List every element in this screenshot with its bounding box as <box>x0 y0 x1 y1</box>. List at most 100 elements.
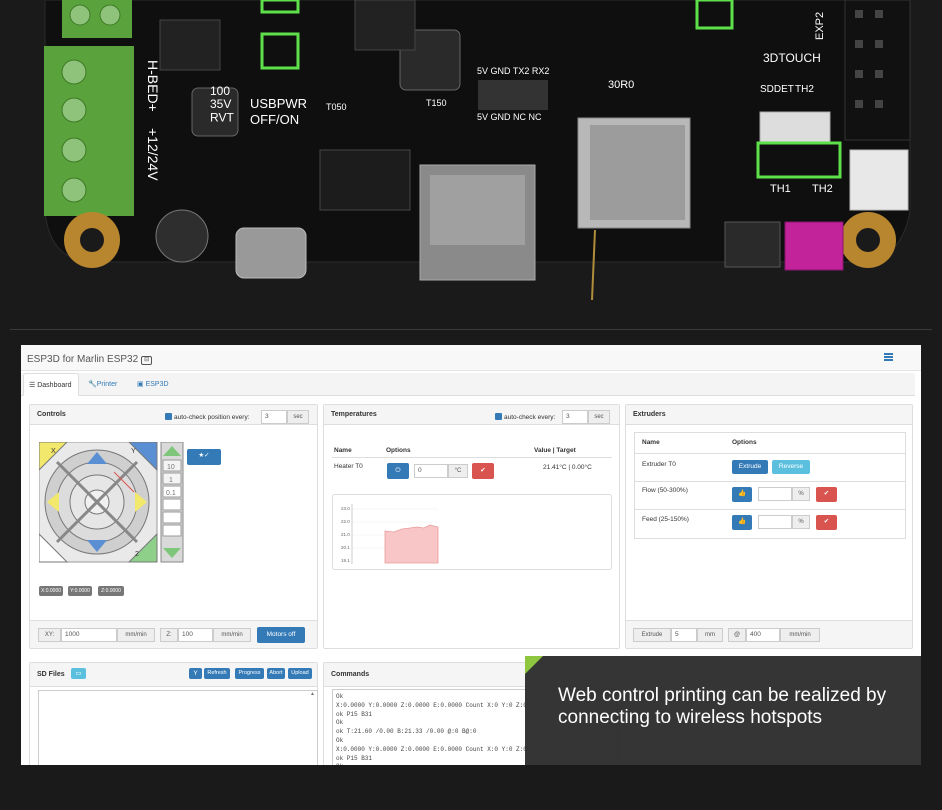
folder-icon[interactable]: ▭ <box>71 668 86 679</box>
product-page: 100 35V RVT USBPWR OFF/ON 5V GND TX2 RX2 5… <box>0 0 942 810</box>
tab-printer-label: Printer <box>96 381 118 388</box>
brand-title: ESP3D for Marlin ESP32 <box>27 354 139 365</box>
controls-autocheck-label: auto-check position every: <box>174 414 250 421</box>
temperatures-autocheck[interactable]: auto-check every: <box>495 413 555 421</box>
sddet-label: SDDET <box>760 84 794 95</box>
extrude-distance-unit: mm <box>697 628 723 642</box>
extrude-distance-input[interactable]: 5 <box>671 628 697 642</box>
sdfiles-list[interactable]: ▲ <box>38 690 318 765</box>
controls-interval-unit: sec <box>287 410 309 424</box>
jog-control-widget[interactable]: 10 1 0.1 X Y 2 <box>39 442 184 565</box>
pcb-photo: 100 35V RVT USBPWR OFF/ON 5V GND TX2 RX2 5… <box>0 0 942 300</box>
pcb-board-illustration: 100 35V RVT USBPWR OFF/ON 5V GND TX2 RX2 5… <box>0 0 942 300</box>
tab-printer[interactable]: 🔧Printer <box>83 373 129 396</box>
th2-top-label: TH2 <box>795 84 814 95</box>
flow-input[interactable] <box>758 487 792 501</box>
temperatures-title: Temperatures <box>331 411 377 418</box>
thumbs-up-icon[interactable]: 👍 <box>732 515 752 530</box>
thumbs-up-icon[interactable]: 👍 <box>732 487 752 502</box>
upload-button[interactable]: Upload <box>288 668 312 679</box>
extruder-name: Extruder T0 <box>642 461 676 468</box>
filter-icon[interactable]: Y <box>189 668 202 679</box>
controls-autocheck[interactable]: auto-check position every: <box>165 413 250 421</box>
check-icon[interactable]: ✔ <box>816 487 837 502</box>
divider <box>635 453 905 454</box>
xy-speed-input[interactable]: 1000 <box>61 628 117 642</box>
home-y-label: Y <box>131 448 136 455</box>
chart-tick-1: 22.0 <box>341 519 350 524</box>
ext-header-name: Name <box>642 439 660 446</box>
chip-label: 30R0 <box>608 79 634 91</box>
menu-icon[interactable] <box>884 353 893 361</box>
heater-reading: 21.41°C | 0.00°C <box>543 464 592 471</box>
extrude-speed-unit: mm/min <box>780 628 820 642</box>
sdfiles-header: SD Files ▭ Y Refresh Progress Abort Uplo… <box>30 663 317 687</box>
t050-label: T050 <box>326 102 347 112</box>
extruders-footer: Extrude 5 mm @ 400 mm/min <box>626 620 912 648</box>
abort-button[interactable]: Abort <box>267 668 285 679</box>
checkbox-icon <box>165 413 172 420</box>
check-icon[interactable]: ✔ <box>472 463 494 479</box>
list-icon: ☰ <box>29 382 38 389</box>
flow-label: Flow (50-300%) <box>642 487 688 494</box>
extrude-speed-symbol: @ <box>728 628 746 642</box>
xy-label: XY: <box>38 628 61 642</box>
chart-tick-4: 19.1 <box>341 558 350 563</box>
z-speed-input[interactable]: 100 <box>178 628 213 642</box>
controls-title: Controls <box>37 411 66 418</box>
usbpwr-label: USBPWR <box>250 96 307 111</box>
tab-esp3d-label: ESP3D <box>145 381 169 388</box>
divider <box>635 509 905 510</box>
extrude-speed-input[interactable]: 400 <box>746 628 780 642</box>
heater-target-input[interactable]: 0 <box>414 464 448 478</box>
exp2-label: EXP2 <box>814 12 826 40</box>
feed-input[interactable] <box>758 515 792 529</box>
monitor-icon: ▣ <box>137 381 146 388</box>
xy-unit: mm/min <box>117 628 155 642</box>
controls-panel: Controls auto-check position every: 3 se… <box>29 404 318 649</box>
commands-title: Commands <box>331 671 370 678</box>
chart-tick-2: 21.0 <box>341 532 350 537</box>
refresh-button[interactable]: Refresh <box>204 668 230 679</box>
chart-tick-0: 23.0 <box>341 506 350 511</box>
heater-unit: °C <box>448 464 468 478</box>
pos-y-badge: Y:0.0000 <box>68 586 92 596</box>
temperatures-panel: Temperatures auto-check every: 3 sec Nam… <box>323 404 620 649</box>
jog-z-10: 10 <box>167 464 175 471</box>
scroll-up-icon[interactable]: ▲ <box>310 691 315 697</box>
feed-label: Feed (25-150%) <box>642 516 689 523</box>
pos-z-badge: Z:0.0000 <box>98 586 124 596</box>
chart-tick-3: 20.1 <box>341 545 350 550</box>
temperatures-autocheck-label: auto-check every: <box>504 414 556 421</box>
caption-text: Web control printing can be realized by … <box>558 685 887 728</box>
temp-header-options: Options <box>386 447 411 454</box>
power-icon[interactable]: ⏻ <box>387 463 409 479</box>
divider <box>635 481 905 482</box>
temperatures-interval-input[interactable]: 3 <box>562 410 588 424</box>
motors-off-button[interactable]: Motors off <box>257 627 305 643</box>
uart-top-label: 5V GND TX2 RX2 <box>477 66 549 76</box>
check-icon[interactable]: ✔ <box>816 515 837 530</box>
temperatures-interval-unit: sec <box>588 410 610 424</box>
tab-dashboard[interactable]: ☰ Dashboard <box>23 373 79 396</box>
brand-badge-icon: ⊟ <box>141 356 153 365</box>
t150-label: T150 <box>426 98 447 108</box>
calibrate-button[interactable]: ★✓ <box>187 449 221 465</box>
progress-button[interactable]: Progress <box>235 668 264 679</box>
extrude-button[interactable]: Extrude <box>732 460 768 474</box>
extruders-panel: Extruders Name Options Extruder T0 Extru… <box>625 404 913 649</box>
flow-unit: % <box>792 487 810 501</box>
reverse-button[interactable]: Reverse <box>772 460 810 474</box>
controls-interval-input[interactable]: 3 <box>261 410 287 424</box>
tab-dashboard-label: Dashboard <box>37 382 72 389</box>
brand[interactable]: ESP3D for Marlin ESP32 ⊟ <box>27 354 153 365</box>
z-label: Z: <box>160 628 178 642</box>
uart-bot-label: 5V GND NC NC <box>477 112 542 122</box>
tab-esp3d[interactable]: ▣ ESP3D <box>132 373 176 396</box>
accent-corner <box>525 656 543 674</box>
tab-bar: ☰ Dashboard 🔧Printer ▣ ESP3D <box>21 373 915 396</box>
divider <box>332 457 612 458</box>
separator-line <box>10 329 932 330</box>
sdfiles-title: SD Files <box>37 671 65 678</box>
feed-unit: % <box>792 515 810 529</box>
